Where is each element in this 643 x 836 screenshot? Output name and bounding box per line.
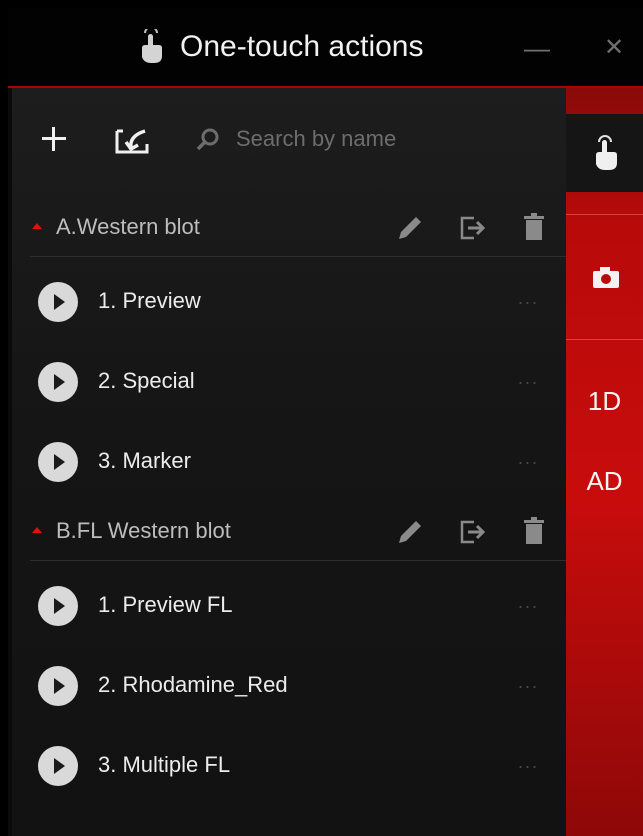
edit-pencil-icon[interactable] bbox=[394, 516, 426, 548]
import-icon[interactable] bbox=[114, 124, 154, 156]
more-options-button[interactable]: ... bbox=[518, 448, 539, 469]
close-button[interactable]: ✕ bbox=[594, 30, 634, 66]
camera-icon[interactable] bbox=[591, 264, 621, 290]
collapse-caret-icon[interactable] bbox=[32, 223, 42, 229]
play-button[interactable] bbox=[38, 586, 78, 626]
action-label: 3. Multiple FL bbox=[98, 752, 231, 777]
sidebar-tab-ad[interactable]: AD bbox=[566, 466, 643, 497]
search-input[interactable] bbox=[236, 124, 506, 154]
play-button[interactable] bbox=[38, 362, 78, 402]
group-label: A.Western blot bbox=[56, 214, 200, 239]
group-divider bbox=[30, 256, 576, 257]
export-icon[interactable] bbox=[458, 212, 490, 244]
title-bar: One-touch actions — ✕ bbox=[8, 8, 643, 86]
more-options-button[interactable]: ... bbox=[518, 288, 539, 309]
minimize-button[interactable]: — bbox=[517, 30, 557, 66]
more-options-button[interactable]: ... bbox=[518, 752, 539, 773]
action-label: 2. Rhodamine_Red bbox=[98, 672, 288, 697]
right-sidebar: 1D AD bbox=[566, 88, 643, 836]
delete-trash-icon[interactable] bbox=[520, 516, 548, 548]
more-options-button[interactable]: ... bbox=[518, 592, 539, 613]
sidebar-divider bbox=[566, 339, 643, 340]
action-row[interactable]: 1. Preview ... bbox=[12, 266, 566, 330]
window-title: One-touch actions bbox=[180, 30, 424, 63]
hand-tap-icon bbox=[596, 135, 617, 170]
action-label: 1. Preview FL bbox=[98, 592, 233, 617]
collapse-caret-icon[interactable] bbox=[32, 527, 42, 533]
action-label: 3. Marker bbox=[98, 448, 191, 473]
more-options-button[interactable]: ... bbox=[518, 672, 539, 693]
action-label: 1. Preview bbox=[98, 288, 201, 313]
action-row[interactable]: 2. Rhodamine_Red ... bbox=[12, 650, 566, 714]
action-row[interactable]: 3. Marker ... bbox=[12, 426, 566, 490]
action-label: 2. Special bbox=[98, 368, 195, 393]
search-bar bbox=[190, 124, 520, 154]
action-row[interactable]: 3. Multiple FL ... bbox=[12, 730, 566, 794]
group-header-a[interactable]: A.Western blot bbox=[12, 206, 576, 257]
play-button[interactable] bbox=[38, 442, 78, 482]
group-header-b[interactable]: B.FL Western blot bbox=[12, 510, 576, 561]
play-button[interactable] bbox=[38, 746, 78, 786]
sidebar-divider bbox=[566, 214, 643, 215]
edit-pencil-icon[interactable] bbox=[394, 212, 426, 244]
group-label: B.FL Western blot bbox=[56, 518, 231, 543]
plus-icon[interactable] bbox=[40, 125, 68, 153]
play-button[interactable] bbox=[38, 282, 78, 322]
sidebar-tab-one-touch[interactable] bbox=[566, 114, 643, 192]
delete-trash-icon[interactable] bbox=[520, 212, 548, 244]
search-icon bbox=[196, 128, 219, 151]
action-row[interactable]: 2. Special ... bbox=[12, 346, 566, 410]
play-button[interactable] bbox=[38, 666, 78, 706]
sidebar-tab-1d[interactable]: 1D bbox=[566, 386, 643, 417]
more-options-button[interactable]: ... bbox=[518, 368, 539, 389]
action-row[interactable]: 1. Preview FL ... bbox=[12, 570, 566, 634]
hand-tap-icon bbox=[142, 29, 162, 63]
export-icon[interactable] bbox=[458, 516, 490, 548]
group-divider bbox=[30, 560, 576, 561]
